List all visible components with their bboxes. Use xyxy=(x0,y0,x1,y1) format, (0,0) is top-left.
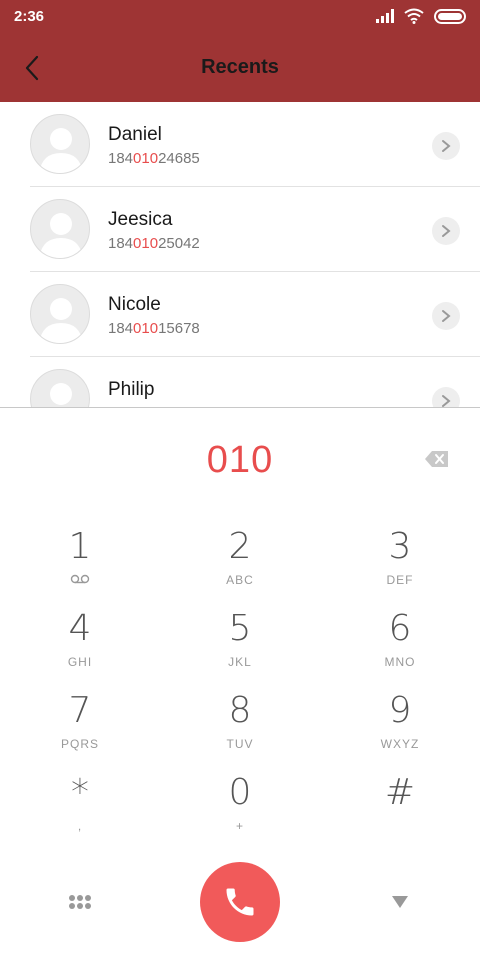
key-3[interactable]: 3 DEF xyxy=(320,525,480,607)
person-icon xyxy=(39,298,83,343)
battery-icon xyxy=(434,8,466,24)
key-letters: TUV xyxy=(226,737,254,751)
key-letters: + xyxy=(235,819,244,833)
key-0[interactable]: 0 + xyxy=(160,771,320,853)
bottom-actions xyxy=(0,862,480,942)
key-digit: 1 xyxy=(68,526,92,567)
app-bar: Recents xyxy=(0,34,480,102)
avatar xyxy=(30,369,90,407)
key-letters: MNO xyxy=(384,655,416,669)
details-button[interactable] xyxy=(432,387,460,407)
divider xyxy=(0,407,480,408)
key-digit: * xyxy=(71,772,89,813)
key-digit: 9 xyxy=(388,690,412,731)
key-letters: JKL xyxy=(228,655,252,669)
key-5[interactable]: 5 JKL xyxy=(160,607,320,689)
key-letters xyxy=(320,819,480,833)
contact-name: Philip xyxy=(108,379,155,400)
status-bar: 2:36 xyxy=(0,0,480,34)
apps-button[interactable] xyxy=(64,890,96,914)
triangle-down-icon xyxy=(392,896,408,908)
chevron-right-icon xyxy=(442,225,451,237)
status-time: 2:36 xyxy=(14,8,45,25)
key-letters: GHI xyxy=(67,655,93,669)
key-1[interactable]: 1 xyxy=(0,525,160,607)
key-star[interactable]: * , xyxy=(0,771,160,853)
key-letters xyxy=(0,573,160,587)
key-letters: DEF xyxy=(386,573,414,587)
key-digit: 2 xyxy=(228,526,252,567)
backspace-icon xyxy=(425,451,448,467)
list-item[interactable]: Daniel 18401024685 xyxy=(30,102,480,187)
wifi-icon xyxy=(404,8,424,24)
person-icon xyxy=(39,213,83,258)
key-digit: 0 xyxy=(228,772,252,813)
key-digit: 6 xyxy=(388,608,412,649)
key-2[interactable]: 2 ABC xyxy=(160,525,320,607)
recents-list: Daniel 18401024685 Jeesica 18401025042 N… xyxy=(0,102,480,407)
key-digit: 8 xyxy=(228,690,252,731)
key-7[interactable]: 7 PQRS xyxy=(0,689,160,771)
details-button[interactable] xyxy=(432,302,460,330)
key-digit: # xyxy=(384,772,416,813)
key-letters: , xyxy=(77,819,83,833)
avatar xyxy=(30,199,90,259)
key-letters: PQRS xyxy=(60,737,99,751)
contact-number: 18401024685 xyxy=(108,150,200,167)
signal-icon xyxy=(376,9,394,23)
avatar xyxy=(30,114,90,174)
key-6[interactable]: 6 MNO xyxy=(320,607,480,689)
details-button[interactable] xyxy=(432,132,460,160)
avatar xyxy=(30,284,90,344)
key-digit: 7 xyxy=(68,690,92,731)
backspace-button[interactable] xyxy=(424,449,450,469)
key-4[interactable]: 4 GHI xyxy=(0,607,160,689)
key-hash[interactable]: # xyxy=(320,771,480,853)
person-icon xyxy=(50,383,72,405)
dialed-number[interactable]: 010 xyxy=(0,439,480,482)
key-8[interactable]: 8 TUV xyxy=(160,689,320,771)
contact-name: Jeesica xyxy=(108,209,173,230)
person-icon xyxy=(39,128,83,173)
key-letters: ABC xyxy=(226,573,254,587)
collapse-keypad-button[interactable] xyxy=(388,892,412,912)
contact-name: Nicole xyxy=(108,294,161,315)
list-item[interactable]: Philip xyxy=(30,357,480,407)
grid-dots-icon xyxy=(69,895,91,909)
key-digit: 3 xyxy=(388,526,412,567)
chevron-right-icon xyxy=(442,310,451,322)
list-item[interactable]: Jeesica 18401025042 xyxy=(30,187,480,272)
key-9[interactable]: 9 WXYZ xyxy=(320,689,480,771)
chevron-right-icon xyxy=(442,395,451,407)
details-button[interactable] xyxy=(432,217,460,245)
key-digit: 5 xyxy=(228,608,252,649)
contact-name: Daniel xyxy=(108,124,162,145)
page-title: Recents xyxy=(201,56,279,78)
key-digit: 4 xyxy=(68,608,92,649)
contact-number: 18401015678 xyxy=(108,320,200,337)
dial-display: 010 xyxy=(0,435,480,491)
voicemail-icon xyxy=(70,574,90,584)
status-icons xyxy=(376,8,466,24)
chevron-right-icon xyxy=(442,140,451,152)
phone-icon xyxy=(226,888,254,916)
call-button[interactable] xyxy=(200,862,280,942)
list-item[interactable]: Nicole 18401015678 xyxy=(30,272,480,357)
key-letters: WXYZ xyxy=(380,737,420,751)
contact-number: 18401025042 xyxy=(108,235,200,252)
